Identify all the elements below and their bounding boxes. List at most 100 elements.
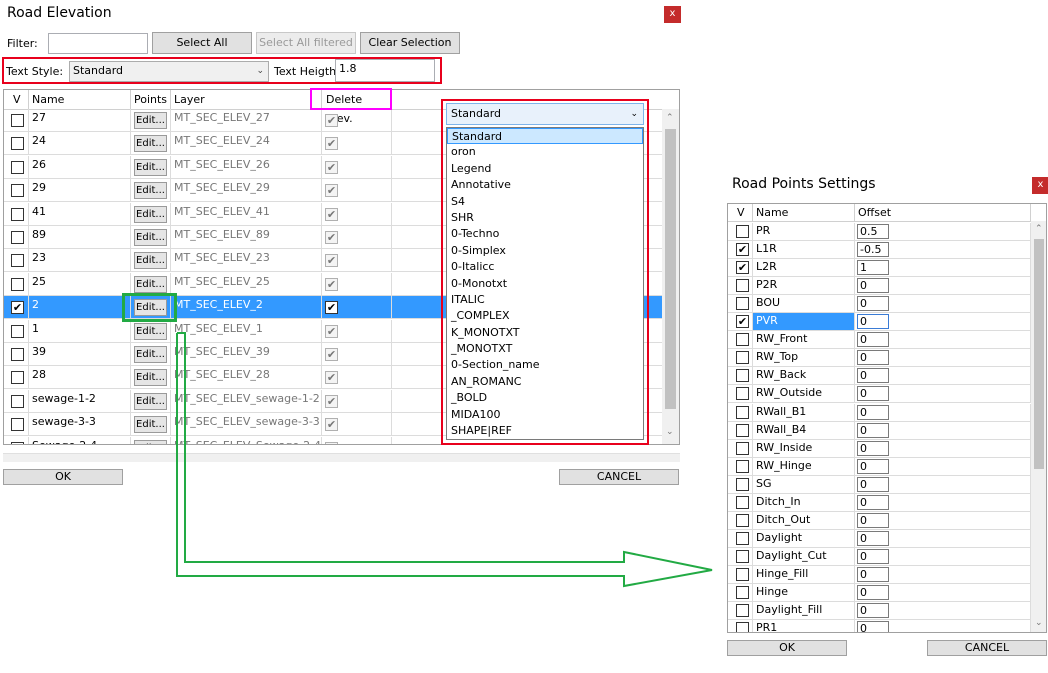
- list-item[interactable]: RW_Hinge 0: [728, 457, 1031, 476]
- rp-name: RWall_B4: [756, 422, 807, 436]
- rp-name-cell: RWall_B1: [753, 403, 855, 421]
- rp-checkbox[interactable]: [736, 369, 749, 383]
- rp-offset-cell: 0: [855, 439, 1031, 457]
- rp-cancel-button[interactable]: CANCEL: [927, 640, 1047, 656]
- list-item[interactable]: SG 0: [728, 475, 1031, 494]
- scroll-down-icon[interactable]: ⌄: [1035, 618, 1043, 628]
- list-item[interactable]: ✔ PVR 0: [728, 313, 1031, 332]
- rp-col-header-offset[interactable]: Offset: [855, 204, 1031, 221]
- rp-checkbox[interactable]: [736, 351, 749, 365]
- rp-name: RW_Top: [756, 350, 799, 364]
- rp-checkbox[interactable]: [736, 405, 749, 419]
- list-item[interactable]: PR 0.5: [728, 223, 1031, 241]
- rp-checkbox[interactable]: [736, 279, 749, 293]
- list-item[interactable]: Daylight_Cut 0: [728, 547, 1031, 566]
- offset-input[interactable]: 0: [857, 585, 889, 600]
- offset-input[interactable]: 0: [857, 512, 889, 528]
- offset-input[interactable]: 0: [857, 458, 889, 474]
- rp-checkbox[interactable]: [736, 441, 749, 455]
- rp-offset-cell: 0: [855, 331, 1031, 349]
- list-item[interactable]: Ditch_In 0: [728, 493, 1031, 512]
- rp-name: PR1: [756, 621, 778, 632]
- list-item[interactable]: P2R 0: [728, 277, 1031, 296]
- offset-input[interactable]: 1: [857, 260, 889, 276]
- offset-input[interactable]: 0: [857, 530, 889, 546]
- offset-input[interactable]: 0.5: [857, 224, 889, 239]
- rp-checkbox[interactable]: ✔: [736, 243, 749, 257]
- rp-col-header-name[interactable]: Name: [753, 204, 855, 221]
- rp-checkbox[interactable]: [736, 225, 749, 238]
- offset-input[interactable]: -0.5: [857, 242, 889, 258]
- rp-checkbox[interactable]: [736, 297, 749, 311]
- rp-checkbox[interactable]: [736, 531, 749, 545]
- rp-check-cell: [728, 620, 753, 632]
- list-item[interactable]: RW_Front 0: [728, 331, 1031, 350]
- rp-check-cell: [728, 277, 753, 295]
- list-item[interactable]: RWall_B4 0: [728, 421, 1031, 440]
- offset-input[interactable]: 0: [857, 566, 889, 582]
- rp-name-cell: Hinge: [753, 584, 855, 601]
- road-points-scrollbar[interactable]: ⌃ ⌄: [1031, 221, 1046, 632]
- rp-checkbox[interactable]: [736, 549, 749, 563]
- rp-checkbox[interactable]: ✔: [736, 261, 749, 275]
- list-item[interactable]: Daylight 0: [728, 529, 1031, 548]
- rp-checkbox[interactable]: [736, 423, 749, 437]
- rp-scroll-thumb[interactable]: [1034, 239, 1044, 469]
- rp-checkbox[interactable]: [736, 459, 749, 473]
- offset-input[interactable]: 0: [857, 404, 889, 420]
- rp-name: RW_Outside: [756, 386, 823, 400]
- rp-name: Daylight_Fill: [756, 603, 823, 617]
- list-item[interactable]: RW_Outside 0: [728, 385, 1031, 404]
- rp-checkbox[interactable]: ✔: [736, 315, 749, 329]
- list-item[interactable]: Ditch_Out 0: [728, 511, 1031, 530]
- offset-input[interactable]: 0: [857, 494, 889, 510]
- rp-checkbox[interactable]: [736, 495, 749, 509]
- rp-checkbox[interactable]: [736, 513, 749, 527]
- list-item[interactable]: Hinge 0: [728, 584, 1031, 602]
- list-item[interactable]: RWall_B1 0: [728, 403, 1031, 422]
- offset-input[interactable]: 0: [857, 621, 889, 632]
- offset-input[interactable]: 0: [857, 440, 889, 456]
- rp-offset-cell: 0: [855, 349, 1031, 367]
- list-item[interactable]: ✔ L2R 1: [728, 259, 1031, 278]
- rp-checkbox[interactable]: [736, 387, 749, 401]
- rp-checkbox[interactable]: [736, 604, 749, 618]
- rp-col-header-v[interactable]: V: [728, 204, 753, 221]
- rp-name-cell: RW_Top: [753, 349, 855, 367]
- rp-checkbox[interactable]: [736, 477, 749, 491]
- rp-checkbox[interactable]: [736, 586, 749, 599]
- rp-ok-button[interactable]: OK: [727, 640, 847, 656]
- offset-input[interactable]: 0: [857, 603, 889, 619]
- rp-checkbox[interactable]: [736, 622, 749, 632]
- offset-input[interactable]: 0: [857, 422, 889, 438]
- list-item[interactable]: RW_Back 0: [728, 367, 1031, 386]
- list-item[interactable]: Daylight_Fill 0: [728, 602, 1031, 621]
- list-item[interactable]: RW_Inside 0: [728, 439, 1031, 458]
- rp-name: BOU: [756, 296, 781, 310]
- rp-name: Hinge: [756, 585, 789, 598]
- rp-offset-cell: 0: [855, 511, 1031, 529]
- road-points-close-icon[interactable]: x: [1032, 177, 1048, 194]
- rp-checkbox[interactable]: [736, 567, 749, 581]
- rp-offset-cell: 0: [855, 565, 1031, 583]
- offset-input[interactable]: 0: [857, 350, 889, 366]
- rp-offset-cell: 0: [855, 547, 1031, 565]
- list-item[interactable]: PR1 0: [728, 620, 1031, 632]
- offset-input[interactable]: 0: [857, 368, 889, 384]
- rp-checkbox[interactable]: [736, 333, 749, 347]
- list-item[interactable]: ✔ L1R -0.5: [728, 241, 1031, 260]
- rp-offset-cell: 0: [855, 620, 1031, 632]
- offset-input[interactable]: 0: [857, 476, 889, 492]
- list-item[interactable]: BOU 0: [728, 295, 1031, 314]
- offset-input[interactable]: 0: [857, 386, 889, 402]
- rp-offset-cell: 0: [855, 493, 1031, 511]
- list-item[interactable]: RW_Top 0: [728, 349, 1031, 368]
- rp-offset-cell: 0: [855, 313, 1031, 331]
- offset-input[interactable]: 0: [857, 314, 889, 330]
- offset-input[interactable]: 0: [857, 332, 889, 348]
- offset-input[interactable]: 0: [857, 548, 889, 564]
- offset-input[interactable]: 0: [857, 296, 889, 312]
- list-item[interactable]: Hinge_Fill 0: [728, 565, 1031, 584]
- scroll-up-icon[interactable]: ⌃: [1035, 224, 1043, 234]
- offset-input[interactable]: 0: [857, 278, 889, 294]
